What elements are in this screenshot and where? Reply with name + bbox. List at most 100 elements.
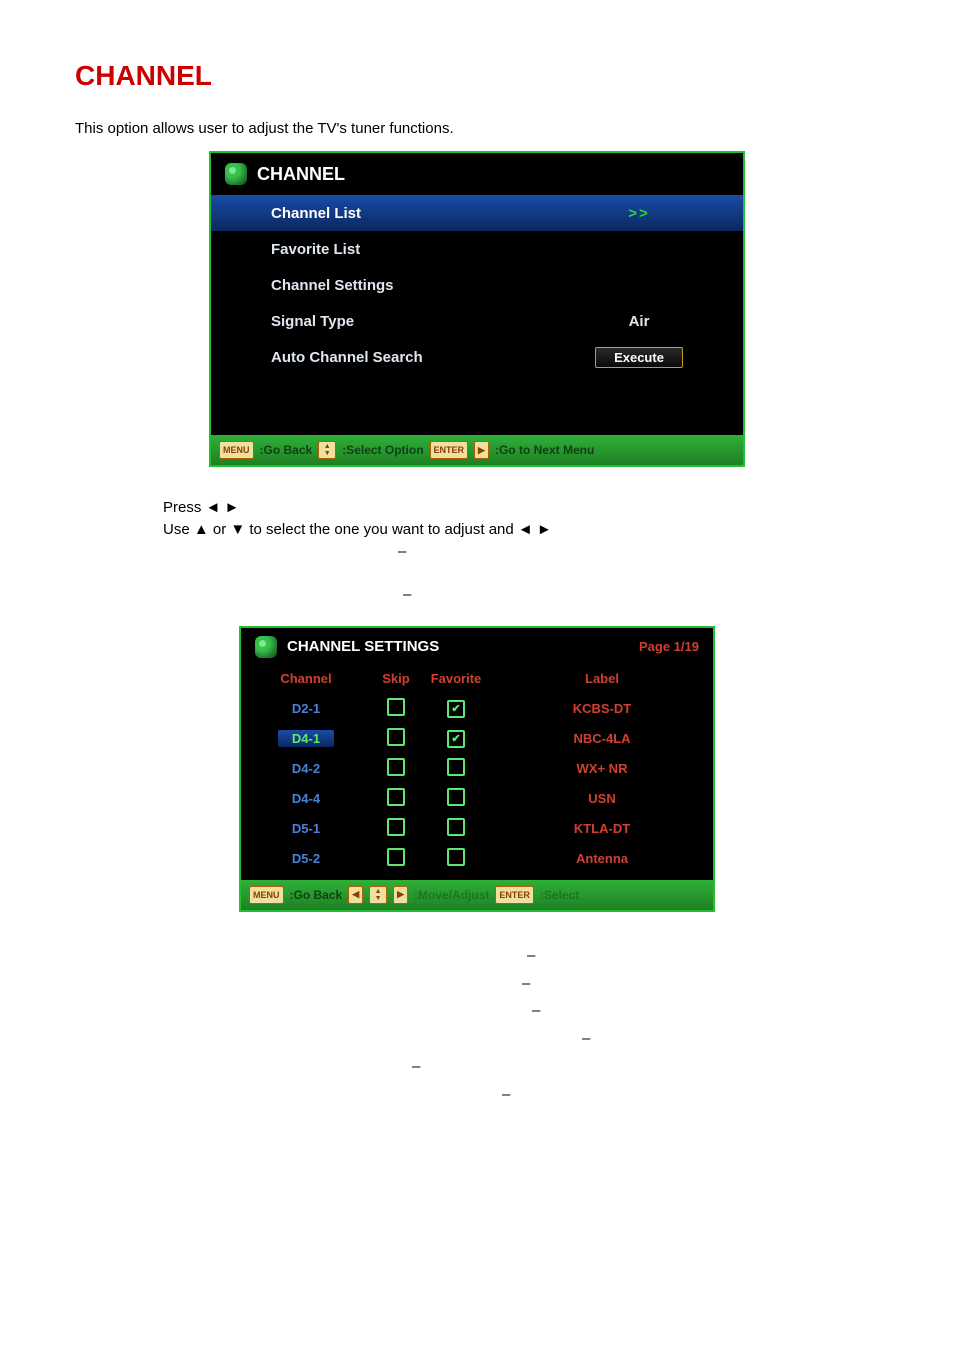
channel-menu-title-bar: CHANNEL — [211, 153, 743, 191]
instruction-line1-prefix: Press — [163, 499, 206, 516]
footer-select-option: :Select Option — [342, 443, 423, 457]
checkbox-icon — [447, 788, 465, 806]
cell-skip[interactable] — [371, 758, 421, 779]
checkbox-icon: ✔ — [447, 730, 465, 748]
table-row[interactable]: D4-2 WX+ NR — [241, 754, 713, 784]
cell-favorite[interactable] — [421, 788, 491, 809]
arrows-key-icon: ▲▼ — [369, 886, 387, 904]
cell-favorite[interactable] — [421, 848, 491, 869]
enter-key-icon: ENTER — [495, 886, 534, 904]
execute-button[interactable]: Execute — [595, 347, 683, 368]
table-row[interactable]: D4-4 USN — [241, 784, 713, 814]
header-skip: Skip — [371, 671, 421, 686]
menu-key-icon: MENU — [249, 886, 284, 904]
channel-settings-screenshot: CHANNEL SETTINGS Page 1/19 Channel Skip … — [239, 626, 715, 912]
cell-favorite[interactable]: ✔ — [421, 730, 491, 749]
checkbox-icon — [387, 818, 405, 836]
tv-logo-icon — [255, 636, 277, 658]
channel-settings-title-bar: CHANNEL SETTINGS Page 1/19 — [241, 628, 713, 662]
channel-settings-table: Channel Skip Favorite Label D2-1 ✔ KCBS-DT… — [241, 662, 713, 880]
definition-dash: – — [532, 1002, 540, 1019]
definition-dash: – — [582, 1030, 590, 1047]
header-label: Label — [491, 671, 713, 686]
definition-dash: – — [522, 975, 530, 992]
cell-label: USN — [491, 791, 713, 806]
page-heading: CHANNEL — [75, 60, 879, 92]
channel-menu-footer: MENU :Go Back ▲▼ :Select Option ENTER ▶ … — [211, 435, 743, 465]
channel-menu-title: CHANNEL — [257, 164, 345, 185]
right-key-icon: ▶ — [393, 886, 408, 904]
table-row[interactable]: D5-2Antenna — [241, 844, 713, 874]
channel-settings-title: CHANNEL SETTINGS — [287, 638, 439, 655]
cell-skip[interactable] — [371, 848, 421, 869]
arrows-key-icon: ▲▼ — [318, 441, 336, 459]
menu-item-label: Signal Type — [271, 313, 549, 330]
checkbox-icon — [387, 758, 405, 776]
arrows-icon: >> — [628, 205, 650, 222]
menu-item[interactable]: Signal TypeAir — [211, 303, 743, 339]
intro-text: This option allows user to adjust the TV… — [75, 120, 879, 137]
definitions-block: –––––– — [187, 942, 879, 1109]
footer-go-back: :Go Back — [290, 888, 343, 902]
checkbox-icon: ✔ — [447, 700, 465, 718]
right-key-icon: ▶ — [474, 441, 489, 459]
cell-label: NBC-4LA — [491, 731, 713, 746]
cell-channel: D4-4 — [241, 791, 371, 806]
channel-settings-footer: MENU :Go Back ◀ ▲▼ ▶ :Move/Adjust ENTER … — [241, 880, 713, 910]
definition-dash: – — [527, 947, 535, 964]
checkbox-icon — [387, 698, 405, 716]
menu-item-value: Air — [549, 313, 729, 330]
cell-label: WX+ NR — [491, 761, 713, 776]
footer-go-next: :Go to Next Menu — [495, 443, 594, 457]
cell-skip[interactable] — [371, 698, 421, 719]
menu-item-label: Channel List — [271, 205, 549, 222]
menu-item[interactable]: Auto Channel Search Execute — [211, 339, 743, 375]
instruction-dash: – — [398, 543, 406, 560]
menu-item-label: Favorite List — [271, 241, 549, 258]
instruction-dash: – — [403, 586, 411, 603]
footer-go-back: :Go Back — [260, 443, 313, 457]
definition-dash: – — [412, 1058, 420, 1075]
checkbox-icon — [387, 728, 405, 746]
menu-item-value: >> — [549, 205, 729, 222]
cell-label: KTLA-DT — [491, 821, 713, 836]
checkbox-icon — [447, 848, 465, 866]
table-row[interactable]: D2-1 ✔ KCBS-DT — [241, 694, 713, 724]
table-row[interactable]: D4-1 ✔ NBC-4LA — [241, 724, 713, 754]
cell-channel: D5-1 — [241, 821, 371, 836]
cell-channel: D4-1 — [241, 730, 371, 747]
menu-item[interactable]: Favorite List — [211, 231, 743, 267]
left-key-icon: ◀ — [348, 886, 363, 904]
channel-menu-screenshot: CHANNEL Channel List>>Favorite ListChann… — [209, 151, 745, 467]
instruction-line2-prefix: Use ▲ or ▼ to select the one you want to… — [163, 521, 518, 538]
cell-skip[interactable] — [371, 728, 421, 749]
menu-key-icon: MENU — [219, 441, 254, 459]
cell-channel: D5-2 — [241, 851, 371, 866]
instruction-line2-arrows: ◄ ► — [518, 521, 552, 538]
footer-move-text: :Move/Adjust — [414, 888, 489, 902]
menu-item-label: Auto Channel Search — [271, 349, 549, 366]
checkbox-icon — [387, 788, 405, 806]
menu-item-value: Execute — [549, 347, 729, 368]
channel-menu-list: Channel List >> Favorite List Channel Setti… — [211, 191, 743, 435]
cell-skip[interactable] — [371, 788, 421, 809]
cell-channel: D4-2 — [241, 761, 371, 776]
table-row[interactable]: D5-1 KTLA-DT — [241, 814, 713, 844]
menu-item[interactable]: Channel List >> — [211, 195, 743, 231]
cell-label: KCBS-DT — [491, 701, 713, 716]
tv-logo-icon — [225, 163, 247, 185]
footer-select: :Select — [540, 888, 579, 902]
menu-item[interactable]: Channel Settings — [211, 267, 743, 303]
checkbox-icon — [447, 758, 465, 776]
instruction-block: Press ◄ ► Use ▲ or ▼ to select the one y… — [163, 497, 879, 606]
cell-channel: D2-1 — [241, 701, 371, 716]
table-header-row: Channel Skip Favorite Label — [241, 664, 713, 694]
cell-favorite[interactable] — [421, 818, 491, 839]
header-favorite: Favorite — [421, 671, 491, 686]
cell-skip[interactable] — [371, 818, 421, 839]
header-channel: Channel — [241, 671, 371, 686]
cell-favorite[interactable] — [421, 758, 491, 779]
cell-favorite[interactable]: ✔ — [421, 700, 491, 719]
checkbox-icon — [447, 818, 465, 836]
channel-settings-pager: Page 1/19 — [639, 639, 699, 654]
